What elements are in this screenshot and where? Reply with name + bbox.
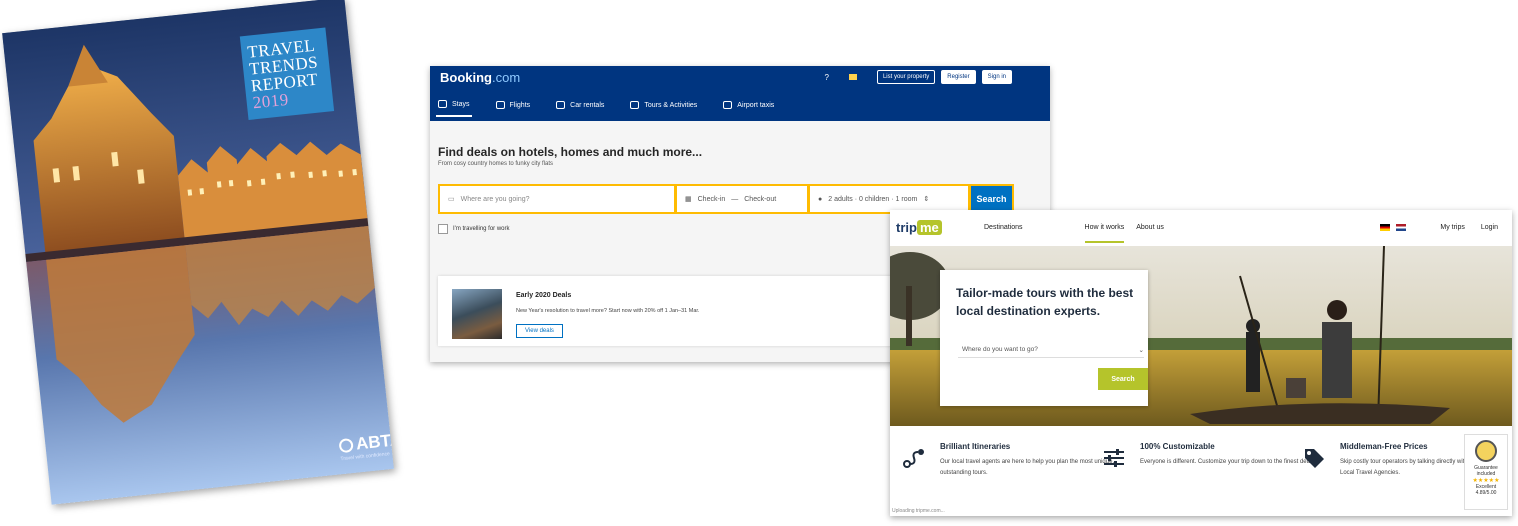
my-trips-link[interactable]: My trips (1440, 224, 1465, 231)
car-icon (556, 101, 566, 109)
feature-title: 100% Customizable (1140, 442, 1215, 451)
abta-circle-icon (338, 437, 354, 454)
destination-select[interactable]: Where do you want to go? ⌄ (958, 342, 1144, 358)
nav-destinations[interactable]: Destinations (984, 224, 1023, 243)
tripme-header: trip me Destinations How it works About u… (890, 210, 1512, 246)
tripme-screenshot: trip me Destinations How it works About u… (890, 210, 1512, 516)
destination-placeholder: Where are you going? (460, 195, 530, 203)
browser-status-text: Uploading tripme.com... (892, 508, 945, 514)
feature-desc: Our local travel agents are here to help… (940, 459, 1115, 476)
list-property-button[interactable]: List your property (876, 70, 936, 84)
report-title-badge: TRAVEL TRENDS REPORT 2019 (239, 27, 335, 120)
feature-desc: Skip costly tour operators by talking di… (1340, 459, 1468, 476)
view-deals-button[interactable]: View deals (516, 324, 563, 338)
tripme-headline: Tailor-made tours with the best local de… (956, 286, 1134, 318)
checkout-label: Check-out (744, 195, 777, 203)
chevron-updown-icon: ⇕ (923, 196, 930, 203)
booking-header: Booking.com ? List your property Registe… (430, 66, 1050, 121)
destination-select-placeholder: Where do you want to go? (962, 346, 1038, 353)
nav-tours[interactable]: Tours & Activities (628, 96, 699, 117)
chevron-down-icon: ⌄ (1138, 346, 1144, 354)
feature-itineraries: Brilliant Itineraries Our local travel a… (903, 442, 1120, 479)
taxi-icon (723, 101, 733, 109)
trust-badge[interactable]: Guarantee included ★★★★★ Excellent 4.89/… (1464, 434, 1508, 510)
feature-desc: Everyone is different. Customize your tr… (1140, 459, 1316, 465)
nav-stays-label: Stays (452, 100, 470, 108)
plane-icon (495, 101, 505, 109)
nav-car-rentals-label: Car rentals (570, 101, 605, 109)
bed-icon (438, 100, 447, 108)
nav-car-rentals[interactable]: Car rentals (554, 96, 606, 117)
uk-flag-icon[interactable] (848, 74, 857, 80)
booking-logo-main: Booking (440, 70, 492, 85)
checkbox-box[interactable] (438, 224, 448, 234)
booking-top-actions: ? List your property Register Sign in (824, 70, 1012, 84)
nav-flights[interactable]: Flights (494, 96, 533, 117)
deal-description: New Year's resolution to travel more? St… (516, 308, 700, 314)
deal-image (452, 289, 502, 339)
booking-hero: Find deals on hotels, homes and much mor… (430, 121, 1050, 167)
date-picker[interactable]: ▦ Check-in — Check-out (677, 186, 807, 212)
destination-input[interactable]: ▭ Where are you going? (440, 186, 674, 212)
nav-stays[interactable]: Stays (436, 96, 472, 117)
star-rating-icon: ★★★★★ (1472, 478, 1500, 484)
checkin-label: Check-in (697, 195, 726, 203)
feature-title: Brilliant Itineraries (940, 442, 1011, 451)
tripme-search-card: Tailor-made tours with the best local de… (940, 270, 1148, 406)
guests-selector[interactable]: ● 2 adults · 0 children · 1 room ⇕ (810, 186, 968, 212)
date-separator: — (731, 195, 739, 203)
german-flag-icon[interactable] (1380, 224, 1391, 231)
booking-logo-suffix: .com (492, 70, 521, 85)
dutch-flag-icon[interactable] (1396, 224, 1407, 231)
nav-about-us[interactable]: About us (1136, 224, 1164, 243)
tripme-logo[interactable]: trip me (896, 220, 942, 235)
feature-middleman-free: Middleman-Free Prices Skip costly tour o… (1305, 442, 1474, 479)
calendar-icon: ▦ (685, 196, 692, 203)
nav-airport-taxis-label: Airport taxis (737, 101, 775, 109)
bed-icon: ▭ (448, 196, 455, 203)
tripme-search-button[interactable]: Search (1098, 368, 1148, 390)
deal-card: Early 2020 Deals New Year's resolution t… (438, 276, 938, 346)
booking-headline: Find deals on hotels, homes and much mor… (438, 145, 703, 159)
tripme-logo-main: trip (896, 220, 917, 235)
tripme-features: Brilliant Itineraries Our local travel a… (890, 436, 1512, 516)
sliders-icon (1104, 449, 1124, 467)
nav-airport-taxis[interactable]: Airport taxis (721, 96, 776, 117)
tripme-nav: Destinations How it works About us (984, 224, 1164, 243)
badge-score: 4.89/5.00 (1475, 490, 1497, 496)
booking-nav: Stays Flights Car rentals Tours & Activi… (436, 96, 776, 117)
login-link[interactable]: Login (1481, 224, 1498, 231)
register-button[interactable]: Register (941, 70, 976, 84)
tripme-hero: Tailor-made tours with the best local de… (890, 246, 1512, 426)
booking-search-button[interactable]: Search (971, 186, 1012, 212)
person-icon: ● (818, 195, 823, 203)
guarantee-seal-icon (1475, 440, 1497, 462)
tripme-logo-me: me (916, 220, 942, 235)
booking-subheadline: From cosy country homes to funky city fl… (438, 161, 554, 167)
booking-logo[interactable]: Booking.com (440, 70, 520, 85)
deal-title: Early 2020 Deals (516, 292, 572, 299)
feature-customizable: 100% Customizable Everyone is different.… (1104, 442, 1320, 468)
tag-icon (1305, 449, 1324, 468)
nav-flights-label: Flights (509, 101, 531, 109)
nav-tours-label: Tours & Activities (644, 101, 698, 109)
tripme-header-right: My trips Login (1380, 224, 1498, 231)
sign-in-button[interactable]: Sign in (981, 70, 1012, 84)
travel-trends-brochure: TRAVEL TRENDS REPORT 2019 ABTA Travel wi… (2, 0, 394, 505)
route-icon (903, 449, 924, 468)
question-icon[interactable]: ? (824, 73, 828, 82)
work-travel-checkbox[interactable]: I'm travelling for work (438, 224, 510, 234)
feature-title: Middleman-Free Prices (1340, 442, 1428, 451)
work-travel-label: I'm travelling for work (453, 226, 510, 232)
city-reflection-photo (2, 0, 394, 505)
guests-value: 2 adults · 0 children · 1 room (828, 195, 918, 203)
nav-how-it-works[interactable]: How it works (1084, 224, 1125, 243)
ticket-icon (630, 101, 640, 109)
